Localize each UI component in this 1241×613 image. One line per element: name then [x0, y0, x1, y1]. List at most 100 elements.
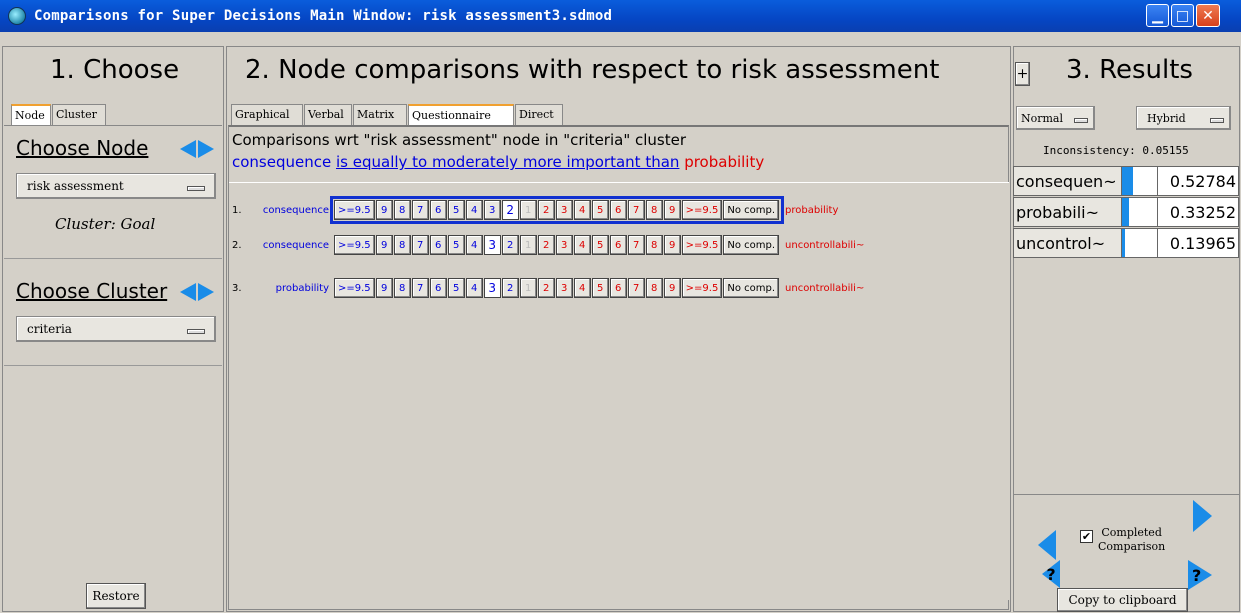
- scale-button-right[interactable]: 5: [591, 200, 609, 220]
- tab-questionnaire[interactable]: Questionnaire: [408, 104, 514, 125]
- scale-button-right[interactable]: 5: [591, 278, 609, 298]
- scale-button-left[interactable]: 6: [429, 200, 447, 220]
- next-comparison-icon[interactable]: [1193, 500, 1212, 532]
- scale-button-right[interactable]: 4: [573, 235, 591, 255]
- tab-direct[interactable]: Direct: [515, 104, 563, 125]
- cluster-select[interactable]: criteria: [16, 316, 216, 342]
- prev-cluster-icon[interactable]: [180, 283, 196, 301]
- no-comparison-button[interactable]: No comp.: [723, 235, 780, 255]
- cluster-select-value: criteria: [27, 322, 72, 336]
- scale-button-left[interactable]: 3: [483, 235, 501, 255]
- left-node-name: consequence: [262, 239, 329, 251]
- cluster-caption: Cluster: Goal: [55, 215, 156, 233]
- scale-button-left[interactable]: 2: [501, 200, 519, 220]
- scale-button-equal[interactable]: 1: [519, 278, 537, 298]
- scale-button-right[interactable]: 6: [609, 235, 627, 255]
- scale-button-left[interactable]: 6: [429, 235, 447, 255]
- scale-button-right[interactable]: 8: [645, 278, 663, 298]
- scale-button-right[interactable]: 5: [591, 235, 609, 255]
- node-nav-arrows[interactable]: [180, 138, 218, 160]
- close-button[interactable]: ✕: [1196, 4, 1220, 27]
- scale-button-left[interactable]: 2: [501, 235, 519, 255]
- scale-button-right[interactable]: 7: [627, 278, 645, 298]
- tab-cluster[interactable]: Cluster: [52, 104, 106, 125]
- scale-button-left[interactable]: >=9.5: [334, 200, 375, 220]
- scale-button-left[interactable]: 2: [501, 278, 519, 298]
- verbal-judgment: consequence is equally to moderately mor…: [232, 153, 764, 171]
- right-node-name: uncontrollabili~: [785, 282, 865, 294]
- scale-button-right[interactable]: 4: [573, 278, 591, 298]
- scale-button-right[interactable]: 8: [645, 200, 663, 220]
- tab-matrix[interactable]: Matrix: [353, 104, 407, 125]
- result-value: 0.33252: [1158, 198, 1238, 226]
- scale-button-right[interactable]: 6: [609, 200, 627, 220]
- tab-verbal[interactable]: Verbal: [304, 104, 352, 125]
- cluster-nav-arrows[interactable]: [180, 281, 218, 303]
- result-bar: [1122, 229, 1158, 257]
- maximize-button[interactable]: □: [1171, 4, 1194, 27]
- scale-button-left[interactable]: 3: [483, 278, 501, 298]
- scale-button-left[interactable]: 8: [393, 235, 411, 255]
- hybrid-select[interactable]: Hybrid: [1136, 106, 1231, 130]
- scale-button-left[interactable]: 3: [483, 200, 501, 220]
- scale-button-left[interactable]: 7: [411, 235, 429, 255]
- next-cluster-icon[interactable]: [198, 283, 214, 301]
- scale-button-left[interactable]: 5: [447, 200, 465, 220]
- scale-button-left[interactable]: 5: [447, 235, 465, 255]
- scale-button-left[interactable]: 4: [465, 235, 483, 255]
- scale-button-left[interactable]: 8: [393, 200, 411, 220]
- scale-button-right[interactable]: 9: [663, 278, 681, 298]
- scale-button-left[interactable]: 4: [465, 200, 483, 220]
- prev-node-icon[interactable]: [180, 140, 196, 158]
- scale-button-right[interactable]: 3: [555, 235, 573, 255]
- scale-button-left[interactable]: 7: [411, 278, 429, 298]
- scale-button-right[interactable]: 3: [555, 278, 573, 298]
- scale-button-right[interactable]: 7: [627, 235, 645, 255]
- scale-button-right[interactable]: 2: [537, 235, 555, 255]
- scale-button-left[interactable]: >=9.5: [334, 278, 375, 298]
- tab-graphical[interactable]: Graphical: [231, 104, 303, 125]
- result-name: consequen~: [1014, 167, 1122, 195]
- copy-to-clipboard-button[interactable]: Copy to clipboard: [1057, 588, 1188, 612]
- tab-node[interactable]: Node: [11, 104, 51, 125]
- scale-button-equal[interactable]: 1: [519, 200, 537, 220]
- result-name: probabili~: [1014, 198, 1122, 226]
- normal-select[interactable]: Normal: [1016, 106, 1095, 130]
- inconsistency-value: Inconsistency: 0.05155: [1043, 144, 1189, 157]
- scale-button-right[interactable]: 3: [555, 200, 573, 220]
- scale-button-right[interactable]: 2: [537, 278, 555, 298]
- scale-button-left[interactable]: 9: [375, 278, 393, 298]
- scale-button-right[interactable]: 4: [573, 200, 591, 220]
- scale-button-left[interactable]: 9: [375, 200, 393, 220]
- scale-button-left[interactable]: 4: [465, 278, 483, 298]
- scale-button-right[interactable]: 7: [627, 200, 645, 220]
- scale-button-right[interactable]: 9: [663, 235, 681, 255]
- scale-button-right[interactable]: 9: [663, 200, 681, 220]
- scale-button-right[interactable]: >=9.5: [681, 278, 723, 298]
- result-row: consequen~ 0.52784: [1013, 166, 1239, 196]
- no-comparison-button[interactable]: No comp.: [723, 278, 780, 298]
- scale-button-left[interactable]: 7: [411, 200, 429, 220]
- result-bar: [1122, 198, 1158, 226]
- scale-button-right[interactable]: >=9.5: [681, 200, 723, 220]
- scale-button-left[interactable]: 9: [375, 235, 393, 255]
- scale-button-left[interactable]: >=9.5: [334, 235, 375, 255]
- completed-checkbox[interactable]: ✔: [1080, 530, 1093, 543]
- no-comparison-button[interactable]: No comp.: [723, 200, 780, 220]
- scale-button-right[interactable]: 8: [645, 235, 663, 255]
- next-node-icon[interactable]: [198, 140, 214, 158]
- result-value: 0.13965: [1158, 229, 1238, 257]
- scale-button-right[interactable]: 2: [537, 200, 555, 220]
- scale-button-left[interactable]: 8: [393, 278, 411, 298]
- scale-button-left[interactable]: 5: [447, 278, 465, 298]
- minimize-button[interactable]: ▁: [1146, 4, 1169, 27]
- scale-group: >=9.5 9 8 7 6 5 4 3 2 1 2 3 4 5 6 7 8 9 >=9.5 No comp.: [329, 196, 785, 224]
- expand-plus-button[interactable]: +: [1015, 62, 1030, 86]
- choose-cluster-label: Choose Cluster: [16, 279, 168, 303]
- restore-button[interactable]: Restore: [86, 583, 146, 609]
- scale-button-right[interactable]: >=9.5: [681, 235, 723, 255]
- scale-button-equal[interactable]: 1: [519, 235, 537, 255]
- scale-button-left[interactable]: 6: [429, 278, 447, 298]
- scale-button-right[interactable]: 6: [609, 278, 627, 298]
- node-select[interactable]: risk assessment: [16, 173, 216, 199]
